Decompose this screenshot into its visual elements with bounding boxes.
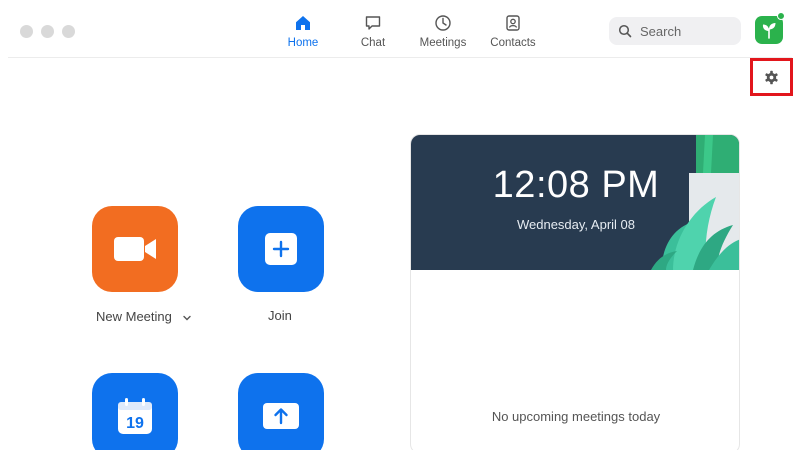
schedule-button[interactable]: 19: [92, 373, 178, 450]
gear-icon: [765, 70, 778, 84]
home-icon: [296, 16, 310, 30]
close-window-button[interactable]: [20, 25, 33, 38]
contacts-icon: [506, 15, 520, 31]
new-meeting-text: New Meeting: [96, 309, 172, 324]
clock-header: 12:08 PM Wednesday, April 08: [411, 135, 739, 270]
settings-button[interactable]: [750, 58, 793, 96]
calendar-icon: 19: [118, 398, 152, 434]
empty-meetings-message: No upcoming meetings today: [491, 409, 661, 424]
tab-home-label: Home: [287, 37, 319, 49]
video-camera-icon: [114, 237, 156, 261]
join-label: Join: [268, 308, 292, 323]
avatar[interactable]: [755, 16, 783, 44]
window-controls: [20, 25, 75, 38]
current-date: Wednesday, April 08: [516, 217, 636, 232]
tab-chat[interactable]: Chat: [338, 14, 408, 49]
online-status-badge: [777, 12, 785, 20]
join-button[interactable]: [238, 206, 324, 292]
zoom-window-button[interactable]: [62, 25, 75, 38]
search-placeholder: Search: [640, 23, 682, 39]
upload-arrow-icon: [263, 403, 299, 429]
clock-icon: [435, 15, 451, 31]
zoom-app-window: Home Chat Meetings Contacts Search New M…: [0, 0, 800, 450]
share-screen-button[interactable]: [238, 373, 324, 450]
chevron-down-icon[interactable]: [182, 314, 192, 322]
top-bar: Home Chat Meetings Contacts Search: [0, 0, 800, 58]
top-divider: [8, 57, 792, 58]
search-icon: [618, 24, 632, 38]
search-input[interactable]: Search: [609, 17, 741, 45]
new-meeting-button[interactable]: [92, 206, 178, 292]
tab-contacts-label: Contacts: [490, 37, 536, 49]
leaf-icon: [762, 23, 776, 39]
minimize-window-button[interactable]: [41, 25, 54, 38]
current-time: 12:08 PM: [492, 164, 660, 206]
tab-home[interactable]: Home: [268, 14, 338, 49]
calendar-day-number: 19: [126, 415, 144, 432]
new-meeting-label: New Meeting: [96, 309, 192, 324]
tab-contacts[interactable]: Contacts: [478, 14, 548, 49]
main-nav: Home Chat Meetings Contacts: [268, 14, 548, 49]
upcoming-meetings-panel: 12:08 PM Wednesday, April 08 No upcoming…: [410, 134, 740, 450]
tab-chat-label: Chat: [360, 37, 386, 49]
plus-icon: [265, 233, 297, 265]
tab-meetings-label: Meetings: [419, 37, 467, 49]
chat-icon: [365, 16, 381, 30]
tab-meetings[interactable]: Meetings: [408, 14, 478, 49]
